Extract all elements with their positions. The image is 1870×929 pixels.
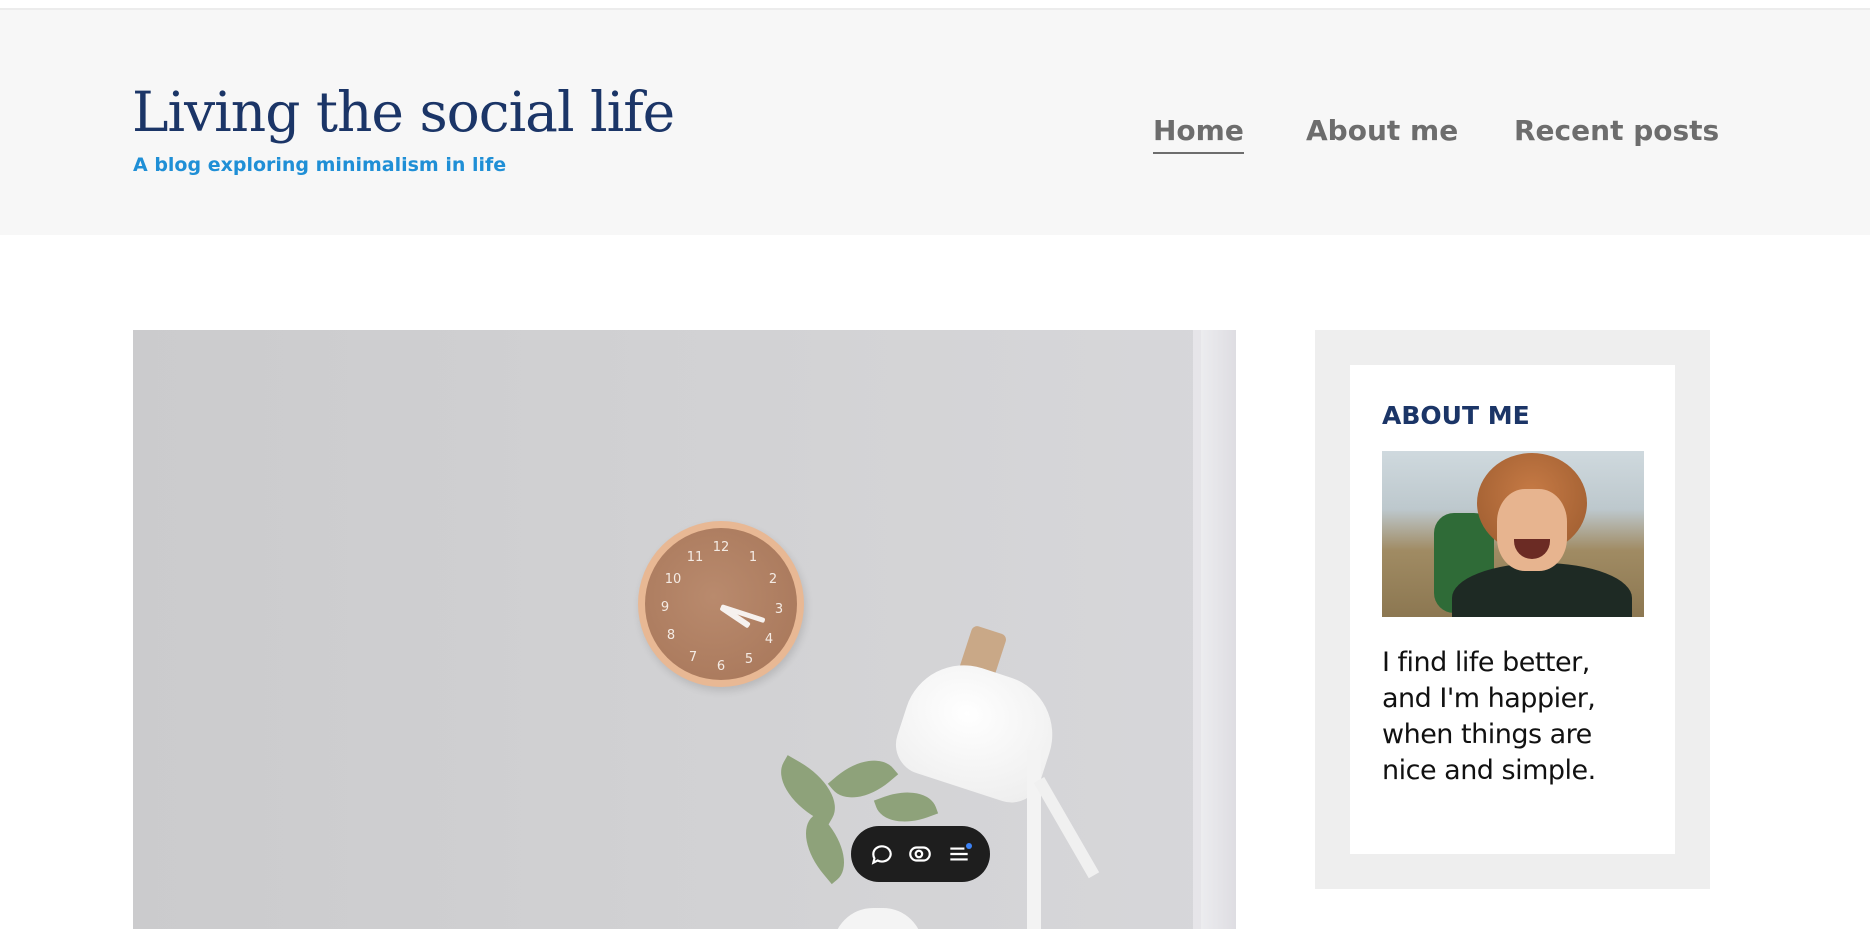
floating-toolbar bbox=[851, 826, 990, 882]
wall-clock: 12 1 2 3 4 5 6 7 8 9 10 11 bbox=[638, 521, 804, 687]
nav-item-recent-posts[interactable]: Recent posts bbox=[1514, 114, 1719, 152]
comment-icon[interactable] bbox=[869, 841, 895, 867]
clock-number: 10 bbox=[664, 572, 682, 587]
clock-number: 8 bbox=[666, 628, 676, 643]
clock-number: 7 bbox=[688, 650, 698, 665]
site-header: Living the social life A blog exploring … bbox=[0, 10, 1870, 235]
notification-dot bbox=[965, 843, 972, 849]
site-title[interactable]: Living the social life bbox=[132, 80, 675, 144]
nav-item-about-me[interactable]: About me bbox=[1306, 114, 1458, 152]
clock-number: 9 bbox=[660, 600, 670, 615]
nav-item-home[interactable]: Home bbox=[1153, 114, 1244, 154]
eye-icon[interactable] bbox=[907, 841, 933, 867]
plant-leaf bbox=[873, 781, 939, 833]
clock-face: 12 1 2 3 4 5 6 7 8 9 10 11 bbox=[645, 528, 797, 680]
clock-number: 6 bbox=[716, 659, 726, 674]
widget-title: ABOUT ME bbox=[1382, 401, 1530, 430]
plant-leaf bbox=[790, 811, 860, 885]
clock-number: 1 bbox=[748, 550, 758, 565]
plant-pot bbox=[833, 908, 923, 929]
clock-number: 2 bbox=[768, 572, 778, 587]
clock-number: 12 bbox=[712, 540, 730, 555]
clock-number: 3 bbox=[774, 602, 784, 617]
top-border bbox=[0, 0, 1870, 10]
menu-icon[interactable] bbox=[946, 841, 972, 867]
wall-edge bbox=[1201, 330, 1236, 929]
hero-image[interactable]: 12 1 2 3 4 5 6 7 8 9 10 11 bbox=[133, 330, 1236, 929]
clock-number: 11 bbox=[686, 550, 704, 565]
clock-number: 4 bbox=[764, 632, 774, 647]
clock-number: 5 bbox=[744, 652, 754, 667]
author-photo bbox=[1382, 451, 1644, 617]
sidebar: ABOUT ME I find life better, and I'm hap… bbox=[1315, 330, 1710, 889]
site-tagline: A blog exploring minimalism in life bbox=[133, 154, 507, 176]
lamp-arm bbox=[1033, 777, 1100, 879]
about-me-widget: ABOUT ME I find life better, and I'm hap… bbox=[1350, 365, 1675, 854]
lamp-pole bbox=[1027, 750, 1041, 929]
widget-text: I find life better, and I'm happier, whe… bbox=[1382, 647, 1596, 786]
